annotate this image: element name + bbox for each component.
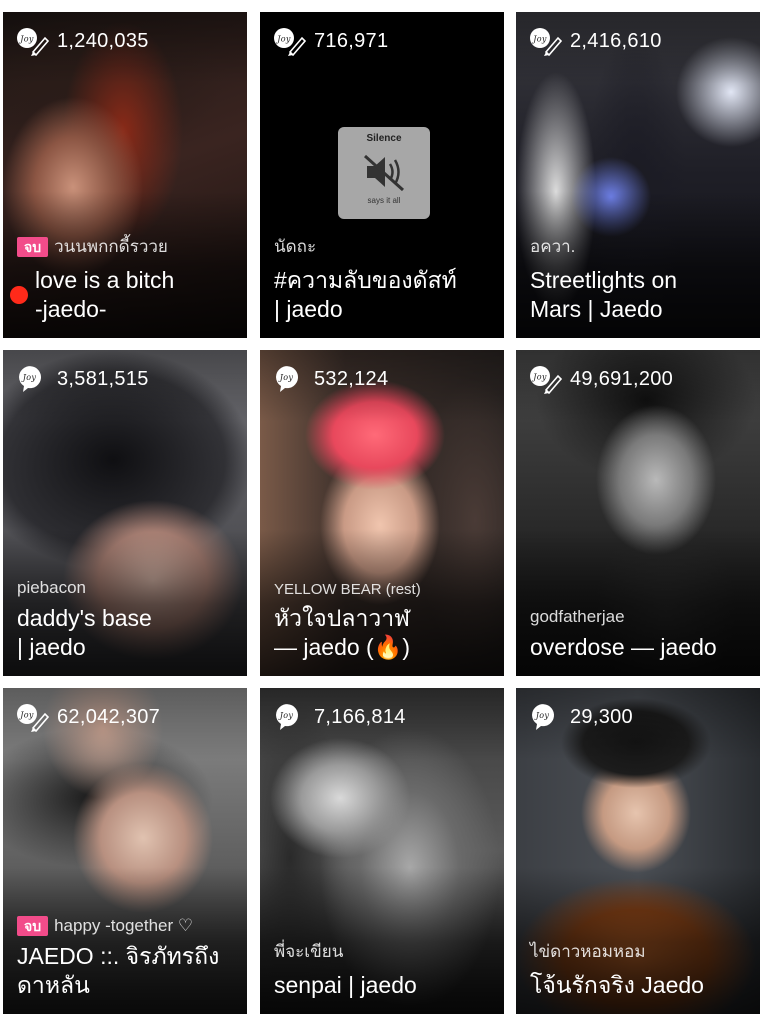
author-name: YELLOW BEAR (rest)	[274, 581, 421, 598]
svg-text:Joy: Joy	[18, 711, 34, 720]
view-count: Joy 3,581,515	[15, 364, 149, 394]
story-card[interactable]: Joy 7,166,814 พี่จะเขียน senpai | jaedo	[260, 688, 504, 1014]
joy-icon: Joy	[532, 704, 554, 730]
author-name: อควา.	[530, 237, 576, 256]
joy-icon: Joy	[276, 366, 298, 392]
mute-speaker-icon	[363, 154, 405, 192]
author-name: happy -together ♡	[54, 916, 194, 935]
joy-icon: Joy	[19, 366, 41, 392]
svg-text:Joy: Joy	[531, 35, 547, 44]
joy-icon: Joy	[276, 704, 298, 730]
svg-text:Joy: Joy	[275, 35, 291, 44]
completed-badge: จบ	[17, 236, 49, 257]
author-name: ไข่ดาวหอมหอม	[530, 942, 646, 961]
story-card[interactable]: Joy 2,416,610 อควา. Streetlights on Mars…	[516, 12, 760, 338]
silence-image: Silence says it all	[338, 127, 430, 219]
story-title: Streetlights on Mars | Jaedo	[530, 267, 678, 322]
story-title: daddy's base | jaedo	[17, 605, 152, 660]
view-count: Joy 29,300	[528, 702, 633, 732]
author-name: นัดถะ	[274, 237, 317, 256]
story-card[interactable]: Joy 49,691,200 godfatherjae overdose — j…	[516, 350, 760, 676]
svg-text:Joy: Joy	[534, 711, 550, 720]
svg-text:Joy: Joy	[531, 373, 547, 382]
joy-pen-icon: Joy	[17, 28, 49, 56]
author-name: พี่จะเขียน	[274, 942, 344, 961]
story-card[interactable]: Joy 3,581,515 piebacon daddy's base | ja…	[3, 350, 247, 676]
svg-text:Joy: Joy	[278, 711, 294, 720]
svg-text:Joy: Joy	[18, 35, 34, 44]
view-count: Joy 532,124	[272, 364, 388, 394]
svg-text:Joy: Joy	[278, 373, 294, 382]
story-title: love is a bitch -jaedo-	[35, 267, 175, 322]
story-card[interactable]: Joy 62,042,307 จบ happy -together ♡ JAED…	[3, 688, 247, 1014]
view-count: Joy 49,691,200	[528, 364, 673, 394]
story-card[interactable]: Joy 532,124 YELLOW BEAR (rest) หัวใจปลาว…	[260, 350, 504, 676]
story-title: #ความลับของดัสท์ | jaedo	[274, 267, 457, 322]
view-count: Joy 716,971	[272, 26, 388, 56]
story-card[interactable]: Joy 29,300 ไข่ดาวหอมหอม โจ้นรักจริง Jaed…	[516, 688, 760, 1014]
completed-badge: จบ	[17, 916, 49, 936]
story-grid: Joy 1,240,035 จบ วนนพกกดี้รววย love is a…	[0, 0, 768, 1024]
view-count: Joy 2,416,610	[528, 26, 662, 56]
story-title: senpai | jaedo	[274, 972, 417, 998]
joy-pen-icon: Joy	[274, 28, 306, 56]
story-title: หัวใจปลาวาฬ — jaedo (🔥)	[274, 605, 411, 660]
author-name: piebacon	[17, 578, 87, 597]
svg-text:Joy: Joy	[21, 373, 37, 382]
story-card[interactable]: Joy 1,240,035 จบ วนนพกกดี้รววย love is a…	[3, 12, 247, 338]
author-name: godfatherjae	[530, 607, 625, 626]
joy-pen-icon: Joy	[530, 366, 562, 394]
story-card[interactable]: Silence says it all Joy 716,971 นัดถะ #ค…	[260, 12, 504, 338]
author-name: วนนพกกดี้รววย	[54, 237, 168, 256]
view-count: Joy 62,042,307	[15, 702, 160, 732]
joy-pen-icon: Joy	[530, 28, 562, 56]
story-title: overdose — jaedo	[530, 634, 717, 660]
joy-pen-icon: Joy	[17, 704, 49, 732]
story-title: โจ้นรักจริง Jaedo	[530, 972, 704, 998]
view-count: Joy 7,166,814	[272, 702, 406, 732]
view-count: Joy 1,240,035	[15, 26, 149, 56]
story-title: JAEDO ::. จิรภัทรถึง ดาหลัน	[17, 943, 220, 998]
